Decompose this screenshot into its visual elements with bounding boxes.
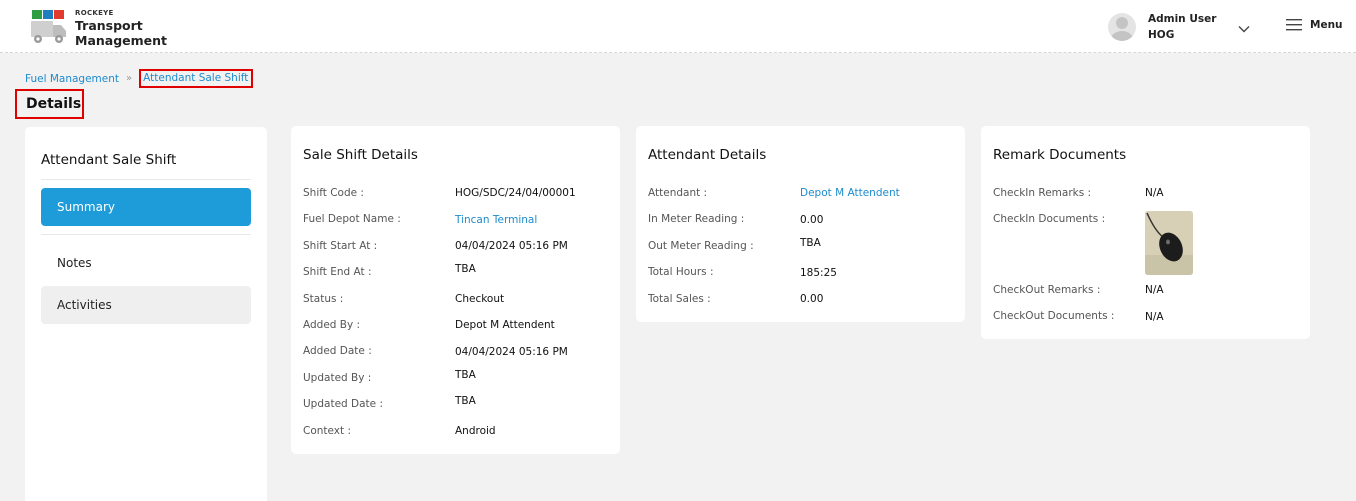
attendant-link[interactable]: Depot M Attendent xyxy=(800,187,900,199)
breadcrumb-current[interactable]: Attendant Sale Shift xyxy=(139,69,254,88)
updated-date-label: Updated Date : xyxy=(303,398,384,410)
card-title: Remark Documents xyxy=(993,147,1127,163)
shift-end-label: Shift End At : xyxy=(303,266,372,278)
out-meter-label: Out Meter Reading : xyxy=(648,240,754,252)
checkin-documents-label: CheckIn Documents : xyxy=(993,213,1106,225)
sidebar-item-notes[interactable]: Notes xyxy=(41,244,251,282)
top-bar: ROCKEYE Transport Management Admin User … xyxy=(0,0,1356,53)
attendant-label: Attendant : xyxy=(648,187,708,199)
checkin-document-thumbnail[interactable] xyxy=(1145,211,1193,275)
divider xyxy=(41,234,251,235)
breadcrumb: Fuel Management » Attendant Sale Shift xyxy=(25,69,254,88)
user-name: Admin User xyxy=(1148,13,1217,25)
shift-end-value: TBA xyxy=(455,263,476,275)
fuel-depot-label: Fuel Depot Name : xyxy=(303,213,401,225)
sidebar-item-summary[interactable]: Summary xyxy=(41,188,251,226)
card-title: Attendant Details xyxy=(648,147,767,163)
checkout-remarks-value: N/A xyxy=(1145,284,1164,296)
user-org: HOG xyxy=(1148,29,1175,41)
card-title: Sale Shift Details xyxy=(303,147,418,163)
context-label: Context : xyxy=(303,425,352,437)
checkin-remarks-value: N/A xyxy=(1145,187,1164,199)
updated-by-value: TBA xyxy=(455,369,476,381)
checkout-documents-label: CheckOut Documents : xyxy=(993,310,1115,322)
sidebar-title: Attendant Sale Shift xyxy=(41,152,177,168)
shift-code-label: Shift Code : xyxy=(303,187,364,199)
avatar xyxy=(1108,13,1136,41)
status-label: Status : xyxy=(303,293,344,305)
chevron-down-icon[interactable] xyxy=(1238,20,1250,33)
context-value: Android xyxy=(455,425,496,437)
remark-documents-card: Remark Documents CheckIn Remarks : N/A C… xyxy=(981,126,1310,339)
breadcrumb-separator-icon: » xyxy=(126,73,133,84)
added-date-value: 04/04/2024 05:16 PM xyxy=(455,346,568,358)
brand-small-text: ROCKEYE xyxy=(75,9,114,17)
sidebar-item-activities[interactable]: Activities xyxy=(41,286,251,324)
in-meter-label: In Meter Reading : xyxy=(648,213,745,225)
shift-start-label: Shift Start At : xyxy=(303,240,378,252)
menu-label: Menu xyxy=(1310,19,1343,31)
added-by-value: Depot M Attendent xyxy=(455,319,555,331)
added-by-label: Added By : xyxy=(303,319,361,331)
page-title: Details xyxy=(15,89,84,119)
truck-logo-icon xyxy=(30,9,68,45)
attendant-details-card: Attendant Details Attendant : Depot M At… xyxy=(636,126,965,322)
status-value: Checkout xyxy=(455,293,505,305)
hamburger-icon xyxy=(1286,19,1302,31)
fuel-depot-link[interactable]: Tincan Terminal xyxy=(455,214,537,226)
checkin-remarks-label: CheckIn Remarks : xyxy=(993,187,1092,199)
updated-by-label: Updated By : xyxy=(303,372,372,384)
menu-button[interactable]: Menu xyxy=(1286,19,1343,31)
added-date-label: Added Date : xyxy=(303,345,372,357)
total-sales-label: Total Sales : xyxy=(648,293,711,305)
total-hours-value: 185:25 xyxy=(800,267,837,279)
shift-start-value: 04/04/2024 05:16 PM xyxy=(455,240,568,252)
updated-date-value: TBA xyxy=(455,395,476,407)
brand-title-line1: Transport xyxy=(75,18,143,33)
user-profile[interactable]: Admin User HOG xyxy=(1108,11,1216,43)
in-meter-value: 0.00 xyxy=(800,214,824,226)
shift-code-value: HOG/SDC/24/04/00001 xyxy=(455,187,576,199)
divider xyxy=(41,179,251,180)
total-sales-value: 0.00 xyxy=(800,293,824,305)
total-hours-label: Total Hours : xyxy=(648,266,714,278)
breadcrumb-fuel-management[interactable]: Fuel Management xyxy=(25,73,119,85)
brand-title-line2: Management xyxy=(75,32,168,48)
sale-shift-details-card: Sale Shift Details Shift Code : HOG/SDC/… xyxy=(291,126,620,454)
checkout-remarks-label: CheckOut Remarks : xyxy=(993,284,1101,296)
checkout-documents-value: N/A xyxy=(1145,311,1164,323)
sidebar-panel: Attendant Sale Shift Summary Notes Activ… xyxy=(25,127,267,501)
out-meter-value: TBA xyxy=(800,237,821,249)
app-logo[interactable]: ROCKEYE Transport Management xyxy=(30,9,167,47)
